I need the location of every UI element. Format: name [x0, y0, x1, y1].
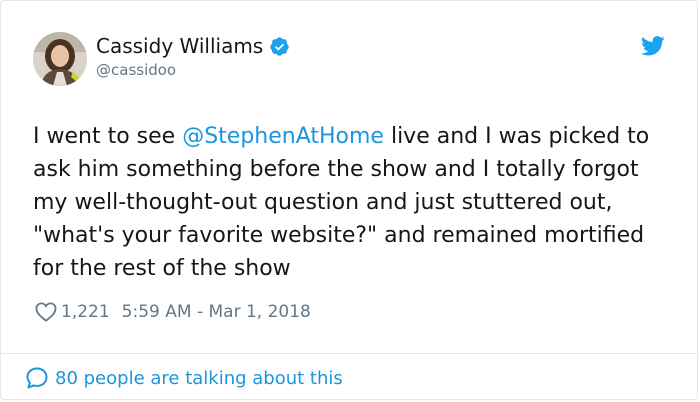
- author-display-name[interactable]: Cassidy Williams: [96, 34, 263, 58]
- speech-bubble-icon: [25, 366, 49, 390]
- conversation-link[interactable]: 80 people are talking about this: [25, 366, 343, 390]
- author-handle[interactable]: @cassidoo: [96, 61, 176, 79]
- avatar[interactable]: [33, 32, 87, 86]
- twitter-bird-icon[interactable]: [641, 35, 665, 57]
- verified-badge-icon: [269, 36, 290, 57]
- conversation-label[interactable]: 80 people are talking about this: [55, 368, 343, 389]
- heart-icon[interactable]: [35, 302, 57, 322]
- tweet-text-before: I went to see: [33, 124, 183, 149]
- mention-link[interactable]: @StephenAtHome: [182, 124, 384, 149]
- like-count[interactable]: 1,221: [61, 302, 110, 322]
- tweet-text: I went to see @StephenAtHome live and I …: [33, 120, 673, 285]
- divider: [1, 353, 697, 354]
- tweet-meta: 1,221 5:59 AM - Mar 1, 2018: [35, 302, 311, 322]
- tweet-card: Cassidy Williams @cassidoo I went to see…: [0, 0, 698, 400]
- timestamp[interactable]: 5:59 AM - Mar 1, 2018: [122, 302, 311, 322]
- author-name-row: Cassidy Williams: [96, 34, 290, 58]
